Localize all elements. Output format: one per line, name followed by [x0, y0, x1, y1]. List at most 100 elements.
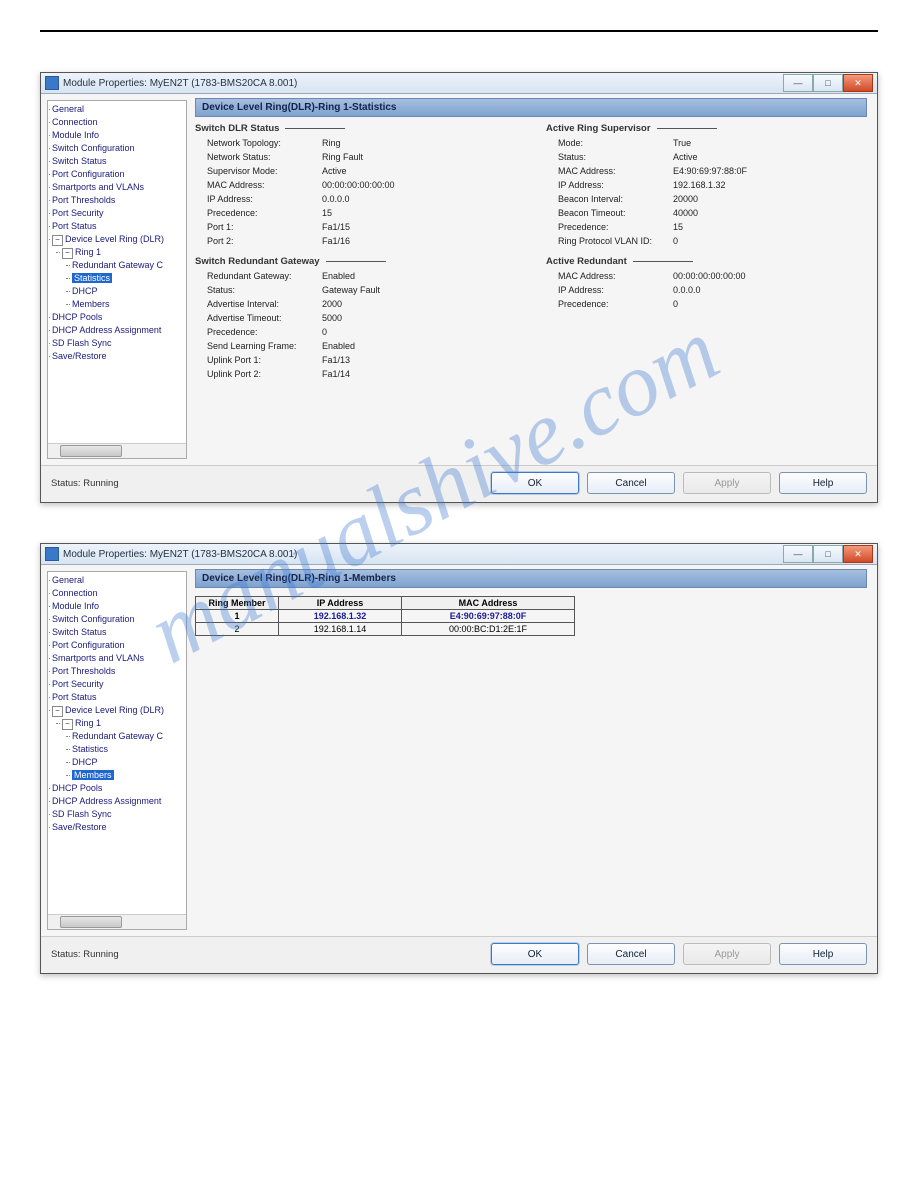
tree-item-dlr[interactable]: −Device Level Ring (DLR)−Ring 1Redundant… — [52, 233, 186, 311]
tree-item[interactable]: Save/Restore — [52, 821, 186, 834]
tree-item[interactable]: Smartports and VLANs — [52, 652, 186, 665]
kv-label: Send Learning Frame: — [195, 339, 322, 353]
tree-item[interactable]: DHCP Pools — [52, 782, 186, 795]
ok-button[interactable]: OK — [491, 943, 579, 965]
tree-item[interactable]: Port Configuration — [52, 168, 186, 181]
tree-item[interactable]: DHCP Address Assignment — [52, 324, 186, 337]
tree-item[interactable]: Module Info — [52, 129, 186, 142]
tree-item[interactable]: DHCP — [72, 285, 186, 298]
tree-item[interactable]: Switch Status — [52, 626, 186, 639]
tree-item[interactable]: SD Flash Sync — [52, 337, 186, 350]
tree-pane[interactable]: GeneralConnectionModule InfoSwitch Confi… — [47, 100, 187, 459]
section-active-ring-supervisor: Active Ring Supervisor — [546, 123, 651, 134]
tree-item[interactable]: Save/Restore — [52, 350, 186, 363]
table-cell: 00:00:BC:D1:2E:1F — [402, 623, 575, 636]
tree-item[interactable]: Switch Configuration — [52, 613, 186, 626]
maximize-button[interactable]: □ — [813, 74, 843, 92]
help-button[interactable]: Help — [779, 943, 867, 965]
scrollbar-thumb[interactable] — [60, 916, 122, 928]
tree-item[interactable]: Redundant Gateway C — [72, 730, 186, 743]
tree-item[interactable]: Port Security — [52, 678, 186, 691]
tree-item[interactable]: Smartports and VLANs — [52, 181, 186, 194]
minimize-button[interactable]: — — [783, 74, 813, 92]
dialog-statistics: Module Properties: MyEN2T (1783-BMS20CA … — [40, 72, 878, 503]
tree-item[interactable]: Members — [72, 298, 186, 311]
tree-item[interactable]: Statistics — [72, 272, 186, 285]
titlebar[interactable]: Module Properties: MyEN2T (1783-BMS20CA … — [41, 73, 877, 94]
tree-expand-icon[interactable]: − — [52, 235, 63, 246]
table-cell: 1 — [196, 610, 279, 623]
tree-item[interactable]: Port Status — [52, 691, 186, 704]
tree-item-ring[interactable]: −Ring 1Redundant Gateway CStatisticsDHCP… — [62, 246, 186, 311]
minimize-button[interactable]: — — [783, 545, 813, 563]
status-label: Status: — [51, 949, 81, 960]
apply-button[interactable]: Apply — [683, 943, 771, 965]
kv-row: MAC Address:E4:90:69:97:88:0F — [546, 164, 867, 178]
kv-value: 192.168.1.32 — [673, 178, 726, 192]
section-active-redundant: Active Redundant — [546, 256, 627, 267]
kv-value: 2000 — [322, 297, 342, 311]
table-row[interactable]: 1192.168.1.32E4:90:69:97:88:0F — [196, 610, 575, 623]
ok-button[interactable]: OK — [491, 472, 579, 494]
kv-label: Advertise Interval: — [195, 297, 322, 311]
tree-item[interactable]: Port Thresholds — [52, 665, 186, 678]
window-title: Module Properties: MyEN2T (1783-BMS20CA … — [63, 549, 297, 560]
scrollbar-thumb[interactable] — [60, 445, 122, 457]
kv-value: 20000 — [673, 192, 698, 206]
cancel-button[interactable]: Cancel — [587, 943, 675, 965]
tree-item[interactable]: Members — [72, 769, 186, 782]
tree-expand-icon[interactable]: − — [52, 706, 63, 717]
tree-item[interactable]: Switch Status — [52, 155, 186, 168]
section-switch-redundant-gateway: Switch Redundant Gateway — [195, 256, 320, 267]
kv-value: 40000 — [673, 206, 698, 220]
status-value: Running — [83, 949, 118, 960]
tree-item[interactable]: Port Security — [52, 207, 186, 220]
kv-value: Gateway Fault — [322, 283, 380, 297]
tree-item[interactable]: Connection — [52, 116, 186, 129]
kv-value: 5000 — [322, 311, 342, 325]
kv-label: MAC Address: — [546, 164, 673, 178]
tree-item-ring[interactable]: −Ring 1Redundant Gateway CStatisticsDHCP… — [62, 717, 186, 782]
kv-value: 15 — [673, 220, 683, 234]
close-button[interactable]: ✕ — [843, 545, 873, 563]
kv-value: 00:00:00:00:00:00 — [322, 178, 395, 192]
titlebar[interactable]: Module Properties: MyEN2T (1783-BMS20CA … — [41, 544, 877, 565]
tree-expand-icon[interactable]: − — [62, 719, 73, 730]
apply-button[interactable]: Apply — [683, 472, 771, 494]
tree-item[interactable]: Port Configuration — [52, 639, 186, 652]
kv-value: Fa1/13 — [322, 353, 350, 367]
tree-item[interactable]: General — [52, 574, 186, 587]
help-button[interactable]: Help — [779, 472, 867, 494]
table-cell: E4:90:69:97:88:0F — [402, 610, 575, 623]
kv-row: Network Topology:Ring — [195, 136, 516, 150]
tree-expand-icon[interactable]: − — [62, 248, 73, 259]
tree-item[interactable]: Module Info — [52, 600, 186, 613]
close-button[interactable]: ✕ — [843, 74, 873, 92]
tree-item[interactable]: DHCP Pools — [52, 311, 186, 324]
tree-item[interactable]: DHCP — [72, 756, 186, 769]
tree-item[interactable]: Switch Configuration — [52, 142, 186, 155]
tree-item[interactable]: Port Status — [52, 220, 186, 233]
maximize-button[interactable]: □ — [813, 545, 843, 563]
tree-item[interactable]: SD Flash Sync — [52, 808, 186, 821]
table-cell: 192.168.1.32 — [279, 610, 402, 623]
kv-label: Status: — [195, 283, 322, 297]
tree-item[interactable]: Statistics — [72, 743, 186, 756]
tree-pane[interactable]: GeneralConnectionModule InfoSwitch Confi… — [47, 571, 187, 930]
kv-row: Uplink Port 1:Fa1/13 — [195, 353, 516, 367]
kv-value: Fa1/16 — [322, 234, 350, 248]
tree-item[interactable]: General — [52, 103, 186, 116]
tree-item[interactable]: Connection — [52, 587, 186, 600]
tree-item-dlr[interactable]: −Device Level Ring (DLR)−Ring 1Redundant… — [52, 704, 186, 782]
kv-label: Precedence: — [195, 325, 322, 339]
table-row[interactable]: 2192.168.1.1400:00:BC:D1:2E:1F — [196, 623, 575, 636]
tree-item[interactable]: Port Thresholds — [52, 194, 186, 207]
section-switch-dlr-status: Switch DLR Status — [195, 123, 279, 134]
tree-item[interactable]: Redundant Gateway C — [72, 259, 186, 272]
kv-row: Precedence:0 — [195, 325, 516, 339]
status-label: Status: — [51, 478, 81, 489]
cancel-button[interactable]: Cancel — [587, 472, 675, 494]
tree-horizontal-scrollbar[interactable] — [48, 914, 186, 929]
tree-item[interactable]: DHCP Address Assignment — [52, 795, 186, 808]
tree-horizontal-scrollbar[interactable] — [48, 443, 186, 458]
